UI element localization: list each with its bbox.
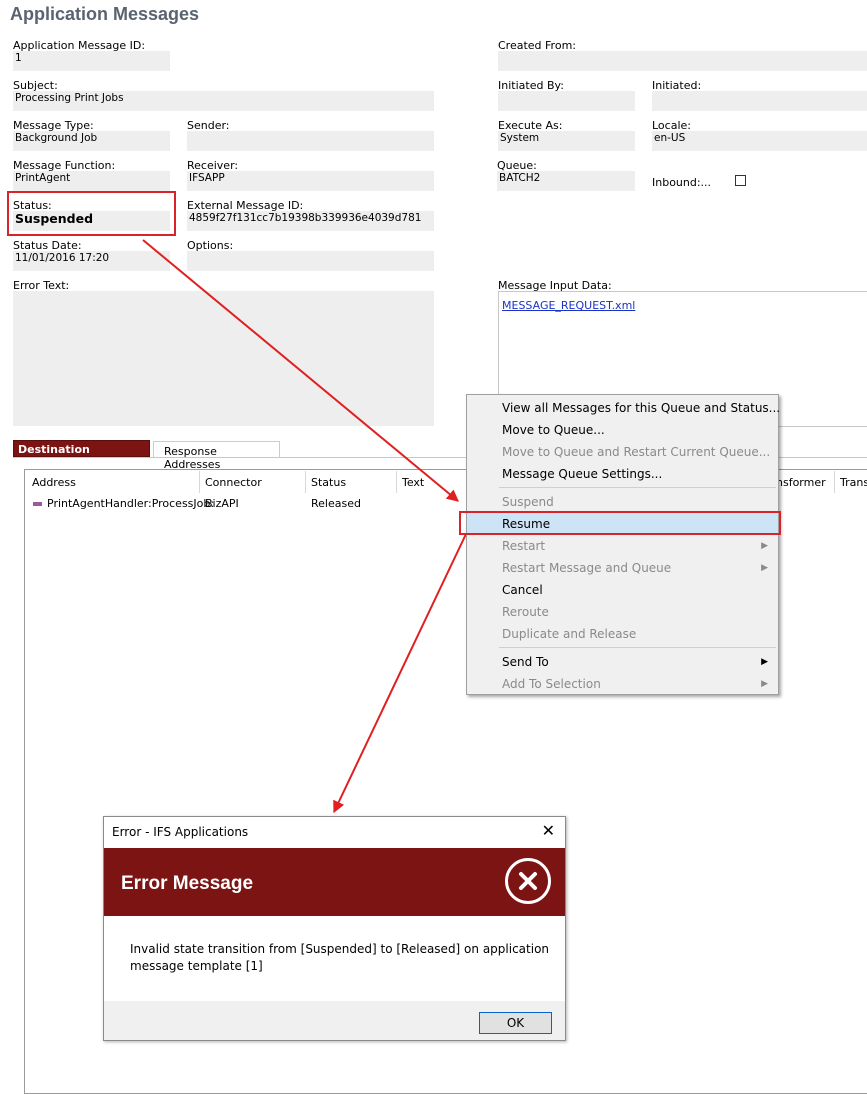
menu-item-cancel[interactable]: Cancel (467, 579, 778, 601)
error-dialog: Error - IFS Applications ✕ Error Message… (103, 816, 566, 1041)
menu-item-suspend[interactable]: Suspend (467, 491, 778, 513)
menu-item-restart[interactable]: Restart ▶ (467, 535, 778, 557)
context-menu: View all Messages for this Queue and Sta… (466, 394, 780, 695)
ok-button[interactable]: OK (479, 1012, 552, 1034)
menu-item-duplicate-release[interactable]: Duplicate and Release (467, 623, 778, 645)
dialog-heading: Error Message (121, 873, 254, 894)
menu-item-queue-settings[interactable]: Message Queue Settings... (467, 463, 778, 485)
menu-item-view-all-messages[interactable]: View all Messages for this Queue and Sta… (467, 397, 780, 419)
dialog-banner: Error Message (104, 848, 565, 916)
submenu-arrow-icon: ▶ (761, 657, 768, 667)
menu-separator (499, 647, 776, 648)
dialog-message: Invalid state transition from [Suspended… (130, 942, 550, 973)
resume-annotation-box (459, 511, 781, 535)
menu-item-add-to-selection[interactable]: Add To Selection ▶ (467, 673, 778, 695)
menu-separator (499, 487, 776, 488)
dialog-footer: OK (104, 1001, 565, 1040)
error-circle-icon (505, 858, 551, 904)
close-icon[interactable]: ✕ (542, 821, 555, 840)
submenu-arrow-icon: ▶ (761, 563, 768, 573)
menu-item-send-to[interactable]: Send To ▶ (467, 651, 778, 673)
submenu-arrow-icon: ▶ (761, 679, 768, 689)
menu-item-reroute[interactable]: Reroute (467, 601, 778, 623)
arrow-status-to-menu (142, 239, 459, 502)
menu-item-move-to-queue[interactable]: Move to Queue... (467, 419, 778, 441)
submenu-arrow-icon: ▶ (761, 541, 768, 551)
dialog-title: Error - IFS Applications (112, 825, 249, 839)
menu-item-restart-message-queue[interactable]: Restart Message and Queue ▶ (467, 557, 778, 579)
arrow-resume-to-dialog (333, 533, 467, 814)
menu-item-move-and-restart[interactable]: Move to Queue and Restart Current Queue.… (467, 441, 778, 463)
